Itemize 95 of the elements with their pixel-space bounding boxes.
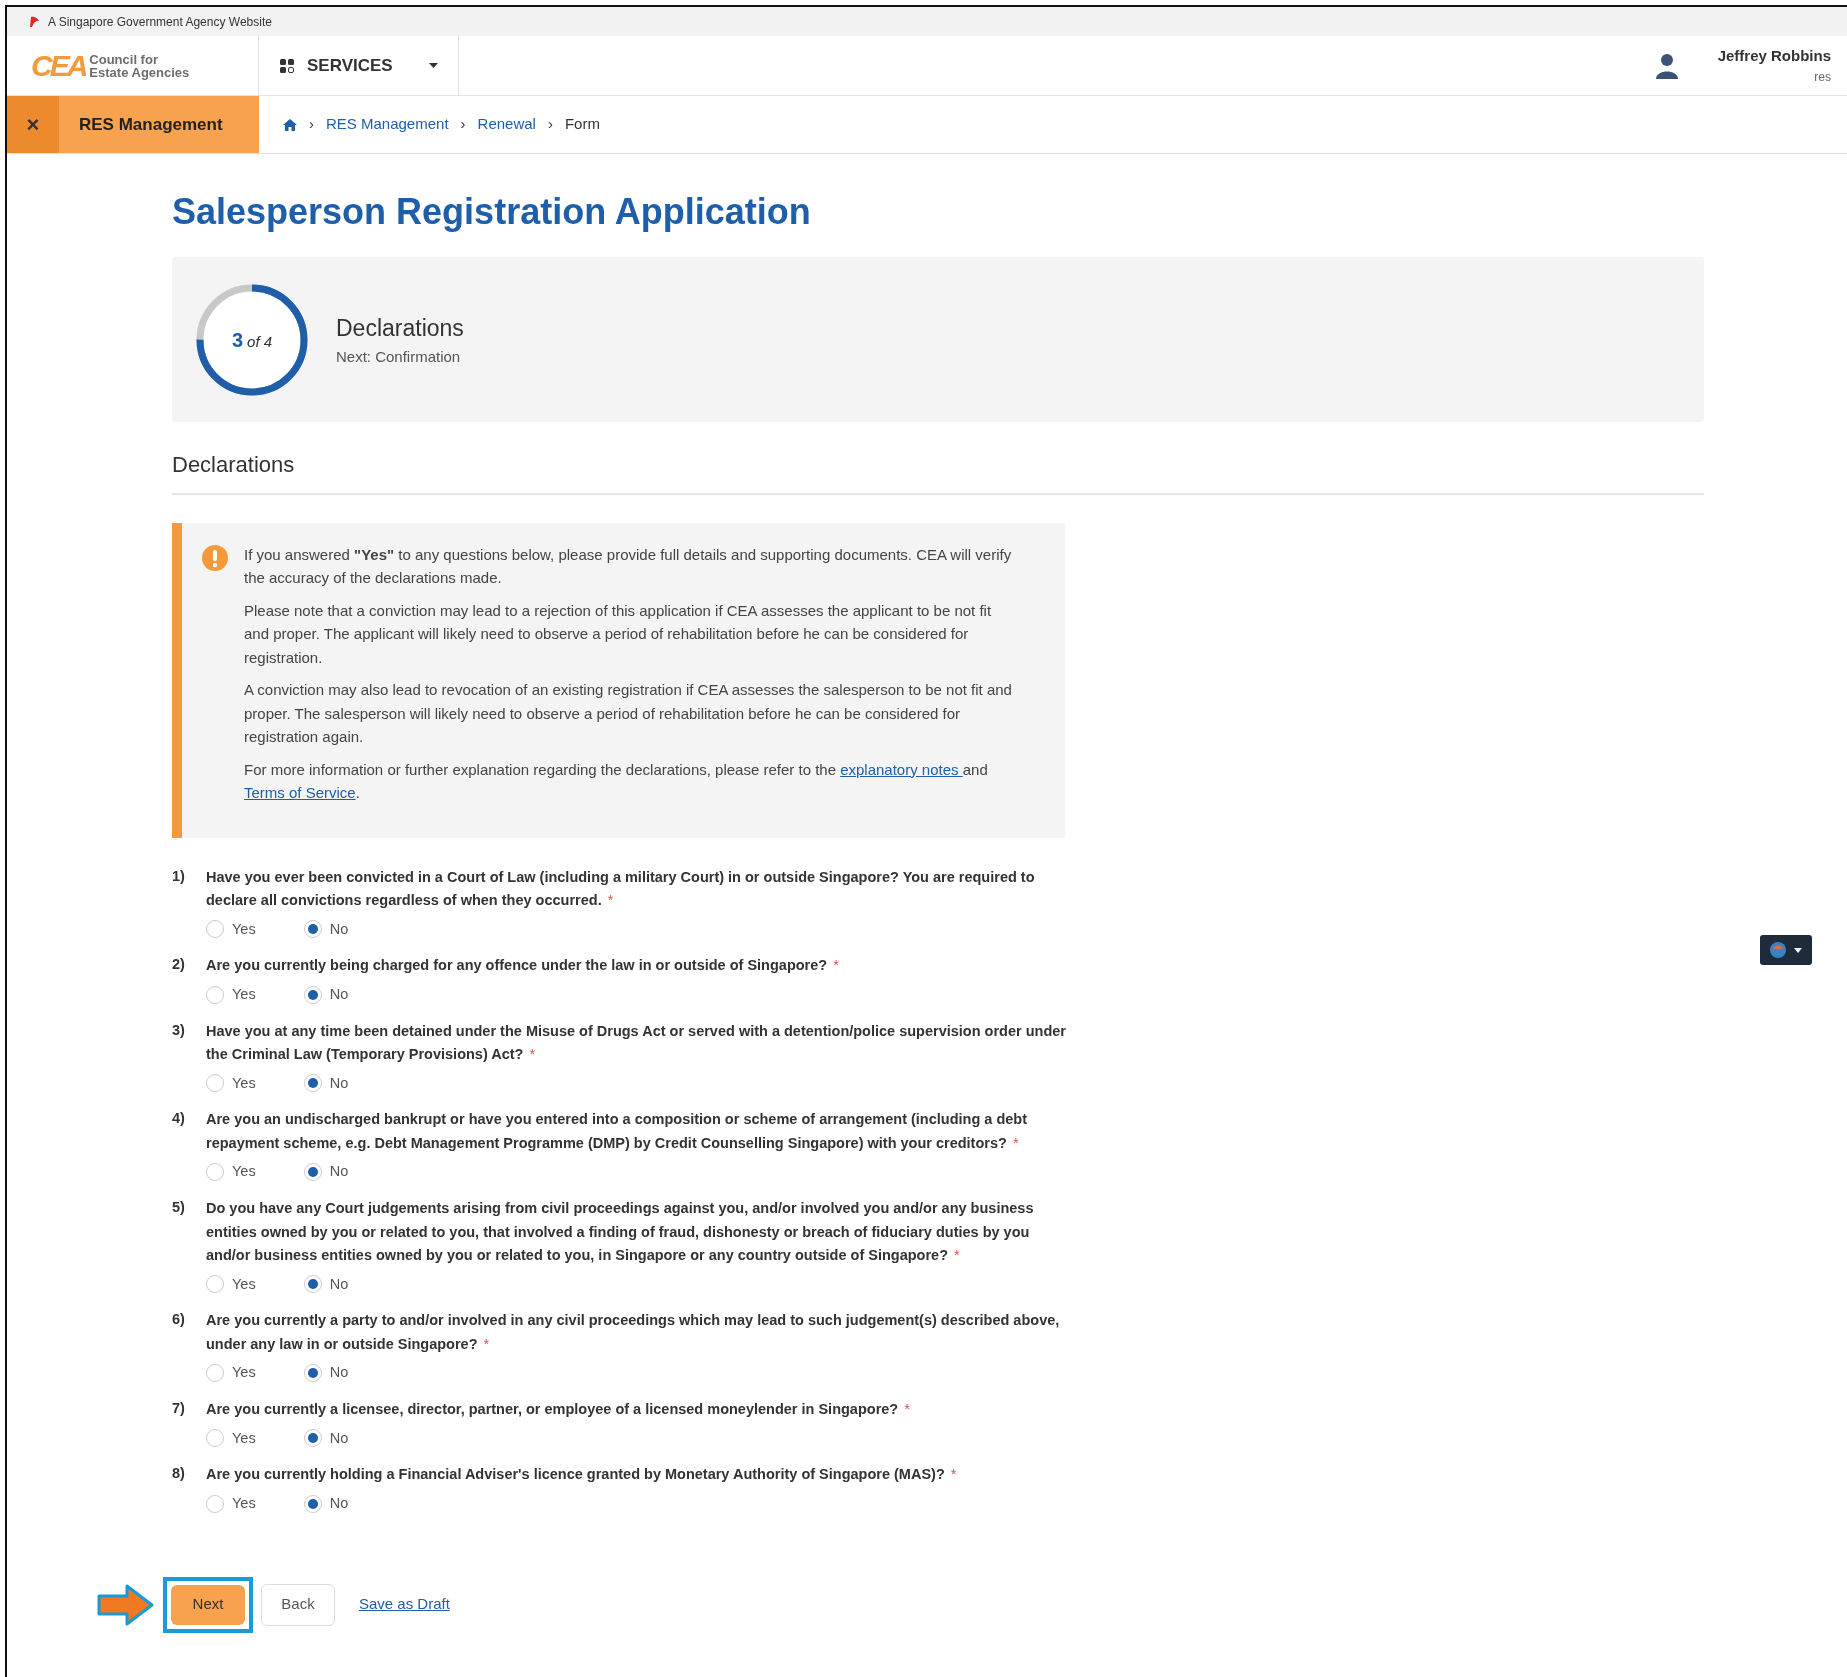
module-title: RES Management	[78, 113, 223, 136]
page-title: Salesperson Registration Application	[172, 190, 812, 234]
question-text: Are you an undischarged bankrupt or have you entered into a composition or scheme of arrangement (including a debt repayment scheme, e.g. Debt Management Programme (DMP) by Credit Counselling Singapore) with your creditors? *	[206, 1110, 1028, 1153]
logo-text: Estate Agencies	[89, 65, 190, 79]
section-heading: Declarations	[172, 452, 296, 479]
radio-button[interactable]	[206, 1275, 224, 1294]
option-label: No	[329, 919, 349, 939]
radio-button[interactable]	[206, 1364, 224, 1383]
option-label: No	[329, 1428, 349, 1448]
step-title: Declarations	[336, 314, 464, 344]
option-label: Yes	[232, 1428, 256, 1448]
option-label: Yes	[232, 1274, 256, 1294]
question-text: Are you currently a party to and/or involved in any civil proceedings which may lead to such judgement(s) described above, under any law in or outside Singapore? *	[206, 1311, 1061, 1354]
option-label: No	[329, 1073, 349, 1093]
radio-button[interactable]	[303, 1494, 322, 1513]
close-button[interactable]: ×	[7, 96, 59, 153]
required-marker: *	[529, 1046, 536, 1063]
flag-icon	[29, 15, 40, 28]
breadcrumb-current: Form	[564, 114, 600, 135]
radio-button[interactable]	[303, 985, 322, 1004]
globe-icon	[1770, 942, 1786, 958]
accessibility-widget[interactable]	[1760, 935, 1812, 965]
option-label: No	[329, 1363, 349, 1383]
radio-button[interactable]	[303, 920, 322, 939]
option-label: No	[329, 1493, 349, 1513]
option-label: No	[329, 984, 349, 1004]
radio-button[interactable]	[303, 1275, 322, 1294]
breadcrumb-link[interactable]: Renewal	[477, 113, 536, 136]
required-marker: *	[1012, 1134, 1019, 1151]
option-label: Yes	[232, 1363, 256, 1383]
radio-button[interactable]	[303, 1074, 322, 1093]
question-number: 4)	[172, 1109, 186, 1129]
question-number: 7)	[172, 1399, 186, 1419]
option-label: Yes	[232, 919, 256, 939]
breadcrumb-separator: ›	[309, 114, 314, 135]
user-name: Jeffrey Robbins	[1717, 46, 1831, 67]
step-total: of 4	[247, 331, 273, 352]
required-marker: *	[483, 1335, 490, 1352]
required-marker: *	[950, 1466, 957, 1483]
radio-button[interactable]	[206, 1494, 224, 1513]
notice-link[interactable]: Terms of Service	[244, 784, 356, 802]
question-text: Have you at any time been detained under the Misuse of Drugs Act or served with a detention/police supervision order under the Criminal Law (Temporary Provisions) Act? *	[206, 1021, 1067, 1065]
option-label: No	[329, 1162, 349, 1182]
question-text: Are you currently holding a Financial Adviser's licence granted by Monetary Authority of Singapore (MAS)? *	[206, 1465, 957, 1485]
required-marker: *	[607, 892, 614, 909]
next-step: Next: Confirmation	[336, 345, 464, 369]
grid-icon	[279, 57, 295, 74]
question-text: Do you have any Court judgements arising from civil proceedings against you, and/or involved you and/or any business entities owned by you or related to you, that involved a finding of fraud, dishonesty or breach of fiduciary duties by you and/or business entities owned by you or related to you, in Singapore or any country outside of Singapore? *	[206, 1199, 1035, 1266]
question-number: 2)	[172, 955, 186, 975]
notice-paragraph: Please note that a conviction may lead to a rejection of this application if CEA assesses the applicant to be not fit and proper. The applicant will likely need to observe a period of rehabilitation before he can be considered for registration.	[244, 600, 993, 668]
option-label: Yes	[232, 1073, 256, 1093]
option-label: Yes	[232, 984, 256, 1004]
option-label: No	[329, 1274, 349, 1294]
radio-button[interactable]	[303, 1364, 322, 1383]
caret-icon	[429, 63, 438, 68]
question-number: 1)	[172, 866, 186, 886]
required-marker: *	[833, 957, 839, 974]
breadcrumb-link[interactable]: RES Management	[326, 113, 449, 136]
radio-button[interactable]	[206, 1074, 224, 1093]
radio-button[interactable]	[206, 985, 224, 1004]
question-number: 5)	[172, 1198, 186, 1218]
save-draft-link[interactable]: Save as Draft	[359, 1593, 450, 1616]
caret-icon	[1794, 947, 1802, 953]
question-text: Have you ever been convicted in a Court of Law (including a military Court) in or outside Singapore? You are required to declare all convictions regardless of when they occurred. *	[206, 867, 1036, 911]
question-number: 3)	[172, 1020, 186, 1040]
option-label: Yes	[232, 1162, 256, 1182]
radio-button[interactable]	[206, 1163, 224, 1182]
required-marker: *	[904, 1401, 910, 1418]
question-text: Are you currently being charged for any offence under the law in or outside of Singapore? *	[206, 956, 839, 976]
arrow-icon	[97, 1582, 155, 1627]
radio-button[interactable]	[303, 1163, 322, 1182]
user-icon[interactable]	[1655, 52, 1678, 79]
notice-paragraph: A conviction may also lead to revocation of an existing registration if CEA assesses the salesperson to be not fit and proper. The salesperson will likely need to observe a period of rehabilitation before he can be considered for registration again.	[244, 680, 1013, 748]
notice-paragraph: If you answered "Yes" to any questions below, please provide full details and supporting documents. CEA will verify the accuracy of the declarations made.	[244, 544, 1013, 589]
question-number: 8)	[172, 1464, 186, 1484]
warning-icon	[202, 544, 228, 571]
logo-text: Council for	[89, 52, 159, 66]
next-button[interactable]: Next	[171, 1584, 245, 1625]
notice-paragraph: For more information or further explanation regarding the declarations, please refer to the explanatory notes and Terms of Service.	[244, 759, 989, 804]
radio-button[interactable]	[206, 1429, 224, 1448]
question-number: 6)	[172, 1310, 186, 1330]
banner-text: A Singapore Government Agency Website	[48, 13, 272, 31]
radio-button[interactable]	[303, 1429, 322, 1448]
user-role: res	[1814, 68, 1831, 86]
option-label: Yes	[232, 1493, 256, 1513]
home-icon[interactable]	[283, 118, 297, 131]
required-marker: *	[954, 1247, 960, 1264]
notice-link[interactable]: explanatory notes	[840, 760, 963, 778]
breadcrumb-separator: ›	[547, 114, 553, 135]
back-button[interactable]: Back	[261, 1583, 335, 1626]
question-text: Are you currently a licensee, director, partner, or employee of a licensed moneylender in Singapore? *	[206, 1400, 910, 1420]
services-menu[interactable]: SERVICES	[259, 36, 459, 95]
step-number: 3	[231, 327, 244, 353]
radio-button[interactable]	[206, 920, 224, 939]
breadcrumb-separator: ›	[460, 114, 466, 135]
